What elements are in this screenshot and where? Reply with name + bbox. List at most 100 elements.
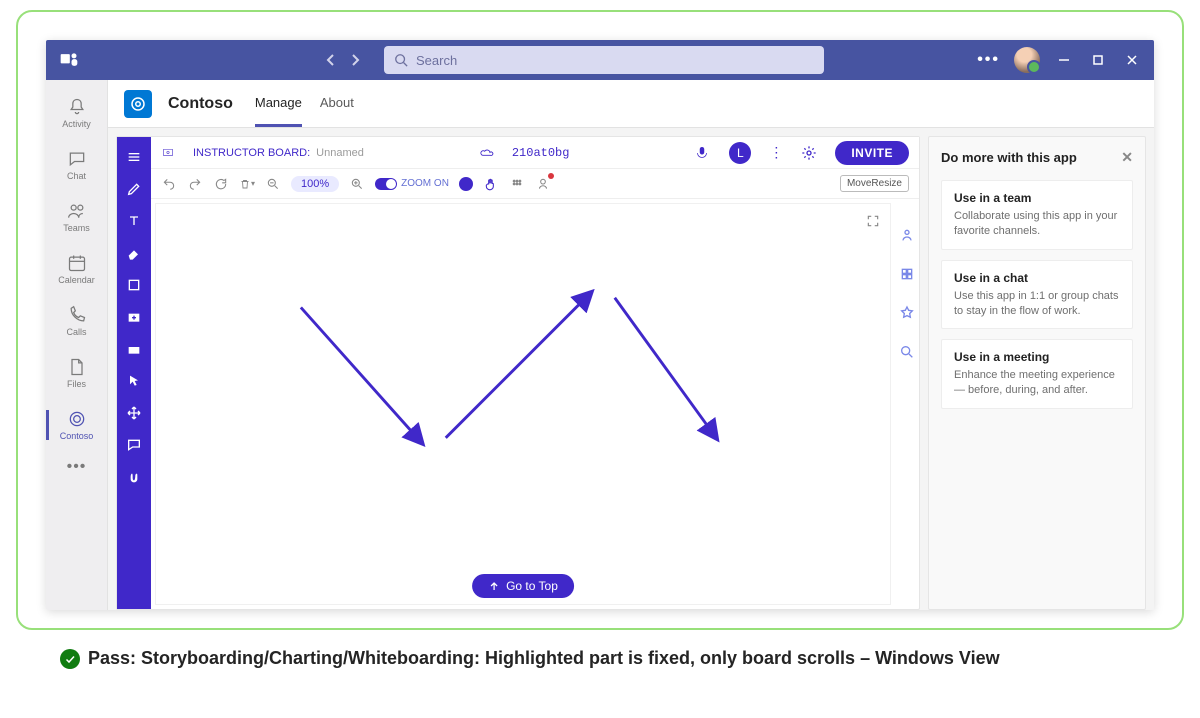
rail-calendar[interactable]: Calendar bbox=[46, 244, 108, 294]
app-name: Contoso bbox=[168, 95, 233, 113]
rail-more-button[interactable]: ••• bbox=[67, 458, 87, 476]
search-placeholder: Search bbox=[416, 53, 457, 68]
rail-calls[interactable]: Calls bbox=[46, 296, 108, 346]
delete-button[interactable]: ▾ bbox=[239, 176, 255, 192]
undo-button[interactable] bbox=[161, 176, 177, 192]
shapes-icon[interactable] bbox=[117, 269, 151, 301]
card-desc: Enhance the meeting experience — before,… bbox=[954, 368, 1120, 398]
board-code: 210at0bg bbox=[512, 146, 570, 160]
go-to-top-label: Go to Top bbox=[506, 579, 558, 593]
eraser-icon[interactable] bbox=[117, 237, 151, 269]
app-rail: Activity Chat Teams Calendar Calls bbox=[46, 80, 108, 610]
tab-about[interactable]: About bbox=[320, 81, 354, 127]
layers-icon[interactable] bbox=[899, 266, 915, 287]
zoom-toggle[interactable]: ZOOM ON bbox=[375, 178, 449, 190]
move-icon[interactable] bbox=[117, 397, 151, 429]
card-title: Use in a meeting bbox=[954, 350, 1120, 364]
app-logo-icon bbox=[124, 90, 152, 118]
back-button[interactable] bbox=[322, 51, 340, 69]
star-icon[interactable] bbox=[899, 305, 915, 326]
go-to-top-button[interactable]: Go to Top bbox=[472, 574, 574, 598]
pen-icon[interactable] bbox=[117, 173, 151, 205]
side-panel: Do more with this app ✕ Use in a team Co… bbox=[928, 136, 1146, 610]
notifications-button[interactable] bbox=[535, 176, 551, 192]
refresh-button[interactable] bbox=[213, 176, 229, 192]
zoom-out-button[interactable] bbox=[265, 176, 281, 192]
participants-icon[interactable] bbox=[899, 227, 915, 248]
pointer-icon[interactable] bbox=[117, 365, 151, 397]
grid-button[interactable] bbox=[509, 176, 525, 192]
search-icon bbox=[394, 53, 408, 67]
cloud-icon[interactable] bbox=[480, 148, 494, 158]
file-icon bbox=[67, 357, 87, 377]
rail-contoso[interactable]: Contoso bbox=[46, 400, 108, 450]
close-button[interactable] bbox=[1122, 50, 1142, 70]
card-desc: Use this app in 1:1 or group chats to st… bbox=[954, 289, 1120, 319]
menu-icon[interactable] bbox=[117, 141, 151, 173]
zoom-toggle-label: ZOOM ON bbox=[401, 178, 449, 189]
comment-icon[interactable] bbox=[117, 429, 151, 461]
arrow-up-icon bbox=[488, 580, 500, 592]
text-icon[interactable] bbox=[117, 205, 151, 237]
side-panel-title: Do more with this app bbox=[941, 150, 1077, 165]
rail-label: Files bbox=[67, 379, 86, 389]
titlebar: Search ••• bbox=[46, 40, 1154, 80]
invite-button[interactable]: INVITE bbox=[835, 141, 909, 165]
rail-files[interactable]: Files bbox=[46, 348, 108, 398]
canvas-side-tools bbox=[895, 199, 919, 609]
contoso-icon bbox=[67, 409, 87, 429]
rail-label: Teams bbox=[63, 223, 90, 233]
rail-label: Contoso bbox=[60, 431, 94, 441]
mic-icon[interactable] bbox=[693, 144, 711, 162]
zoom-in-button[interactable] bbox=[349, 176, 365, 192]
rail-label: Calls bbox=[66, 327, 86, 337]
search-input[interactable]: Search bbox=[384, 46, 824, 74]
card-use-in-meeting[interactable]: Use in a meeting Enhance the meeting exp… bbox=[941, 339, 1133, 409]
wave-icon[interactable] bbox=[117, 461, 151, 493]
profile-avatar[interactable] bbox=[1014, 47, 1040, 73]
tab-manage[interactable]: Manage bbox=[255, 81, 302, 127]
rail-label: Calendar bbox=[58, 275, 95, 285]
result-caption: Pass: Storyboarding/Charting/Whiteboardi… bbox=[60, 646, 1140, 670]
phone-icon bbox=[67, 305, 87, 325]
card-desc: Collaborate using this app in your favor… bbox=[954, 209, 1120, 239]
pass-check-icon bbox=[60, 649, 80, 669]
whiteboard-canvas[interactable]: Go to Top bbox=[155, 203, 891, 605]
minimize-button[interactable] bbox=[1054, 50, 1074, 70]
side-panel-close[interactable]: ✕ bbox=[1121, 149, 1133, 166]
rail-label: Chat bbox=[67, 171, 86, 181]
rail-activity[interactable]: Activity bbox=[46, 88, 108, 138]
maximize-button[interactable] bbox=[1088, 50, 1108, 70]
card-title: Use in a chat bbox=[954, 271, 1120, 285]
more-options-button[interactable]: ••• bbox=[977, 51, 1000, 69]
calendar-icon bbox=[67, 253, 87, 273]
redo-button[interactable] bbox=[187, 176, 203, 192]
forward-button[interactable] bbox=[346, 51, 364, 69]
zoom-level[interactable]: 100% bbox=[291, 176, 339, 192]
rail-label: Activity bbox=[62, 119, 91, 129]
chat-icon bbox=[67, 149, 87, 169]
rail-chat[interactable]: Chat bbox=[46, 140, 108, 190]
app-header: Contoso Manage About bbox=[108, 80, 1154, 128]
board-toolbar bbox=[117, 137, 151, 609]
move-resize-button[interactable]: MoveResize bbox=[840, 175, 909, 192]
card-title: Use in a team bbox=[954, 191, 1120, 205]
card-use-in-team[interactable]: Use in a team Collaborate using this app… bbox=[941, 180, 1133, 250]
participant-avatar[interactable]: L bbox=[729, 142, 751, 164]
board-header: INSTRUCTOR BOARD: Unnamed 210at0bg L ⋮ bbox=[151, 137, 919, 169]
color-swatch[interactable] bbox=[459, 177, 473, 191]
gear-icon[interactable] bbox=[801, 145, 817, 161]
rail-teams[interactable]: Teams bbox=[46, 192, 108, 242]
board-toolbar-row: ▾ 100% ZOOM ON MoveResize bbox=[151, 169, 919, 199]
board-name[interactable]: Unnamed bbox=[316, 147, 364, 159]
search-canvas-icon[interactable] bbox=[899, 344, 915, 365]
hand-tool-button[interactable] bbox=[483, 176, 499, 192]
board-more-button[interactable]: ⋮ bbox=[769, 144, 783, 161]
add-icon[interactable] bbox=[117, 301, 151, 333]
caption-text: Pass: Storyboarding/Charting/Whiteboardi… bbox=[88, 646, 1000, 670]
board-label: INSTRUCTOR BOARD: bbox=[193, 147, 310, 159]
people-icon bbox=[67, 201, 87, 221]
teams-logo-icon bbox=[58, 49, 80, 71]
card-use-in-chat[interactable]: Use in a chat Use this app in 1:1 or gro… bbox=[941, 260, 1133, 330]
toolbox-icon[interactable] bbox=[117, 333, 151, 365]
